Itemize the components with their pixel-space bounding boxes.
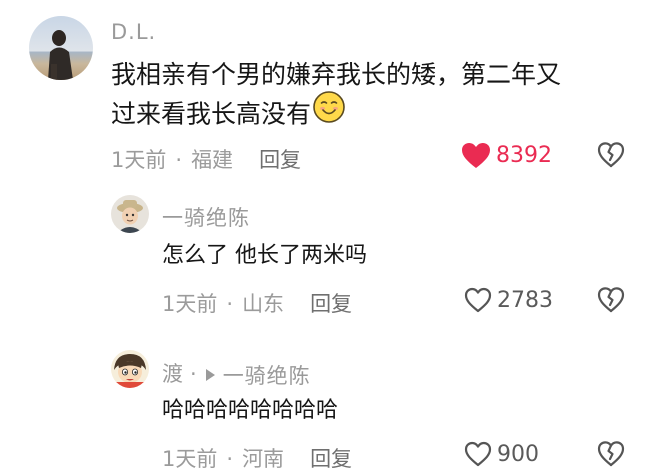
comment-time: 1天前	[111, 148, 167, 172]
like-count: 2783	[497, 287, 553, 313]
reply-meta: 1天前 · 河南 回复	[162, 443, 352, 473]
reply-button[interactable]: 回复	[259, 148, 301, 172]
like-button[interactable]: 8392	[461, 142, 552, 169]
meta-separator: ·	[226, 292, 234, 316]
reply-text: 怎么了 他长了两米吗	[162, 243, 367, 268]
reply-username[interactable]: 一骑绝陈	[162, 202, 250, 232]
play-arrow-icon	[205, 369, 215, 381]
reply-location: 河南	[242, 447, 285, 471]
broken-heart-icon	[597, 287, 625, 313]
reply-time: 1天前	[162, 447, 218, 471]
meta-separator: ·	[175, 148, 183, 172]
comment-text-line: 我相亲有个男的嫌弃我长的矮，第二年又	[111, 60, 562, 89]
dislike-button[interactable]	[597, 440, 625, 468]
comment-text: 我相亲有个男的嫌弃我长的矮，第二年又 过来看我长高没有	[111, 56, 561, 137]
dislike-button[interactable]	[597, 286, 625, 314]
avatar[interactable]	[111, 195, 149, 233]
reply-username[interactable]: 渡	[162, 362, 184, 386]
reply-meta: 1天前 · 山东 回复	[162, 288, 352, 318]
reply-username-line: 渡 · 一骑绝陈	[162, 358, 311, 390]
smiling-face-emoji-icon	[313, 91, 345, 134]
avatar-beach-photo-icon	[29, 16, 93, 80]
reply-button[interactable]: 回复	[310, 447, 352, 471]
avatar-hat-person-icon	[111, 195, 149, 233]
heart-outline-icon	[464, 441, 492, 467]
reply-text: 哈哈哈哈哈哈哈哈	[162, 398, 339, 423]
dislike-button[interactable]	[597, 141, 625, 169]
comment-text-line: 过来看我长高没有	[111, 91, 561, 137]
like-button[interactable]: 900	[464, 441, 539, 467]
heart-outline-icon	[464, 287, 492, 313]
comment-username[interactable]: D.L.	[111, 20, 156, 44]
reply-button[interactable]: 回复	[310, 292, 352, 316]
broken-heart-icon	[597, 441, 625, 467]
avatar[interactable]	[111, 350, 149, 388]
comment-meta: 1天前 · 福建 回复	[111, 144, 301, 174]
reply-time: 1天前	[162, 292, 218, 316]
heart-filled-icon	[462, 143, 490, 168]
comment-location: 福建	[191, 148, 234, 172]
reply-to: 一骑绝陈	[202, 360, 311, 390]
reply-location: 山东	[242, 292, 285, 316]
broken-heart-icon	[597, 142, 625, 168]
avatar[interactable]	[29, 16, 93, 80]
meta-separator: ·	[226, 447, 234, 471]
avatar-cartoon-icon	[111, 350, 149, 388]
comment-text-line2: 过来看我长高没有	[111, 99, 312, 129]
reply-to-username[interactable]: 一骑绝陈	[223, 360, 311, 390]
like-count: 900	[497, 441, 539, 467]
like-count: 8392	[496, 143, 552, 168]
meta-separator: ·	[190, 362, 198, 386]
like-button[interactable]: 2783	[464, 287, 553, 313]
